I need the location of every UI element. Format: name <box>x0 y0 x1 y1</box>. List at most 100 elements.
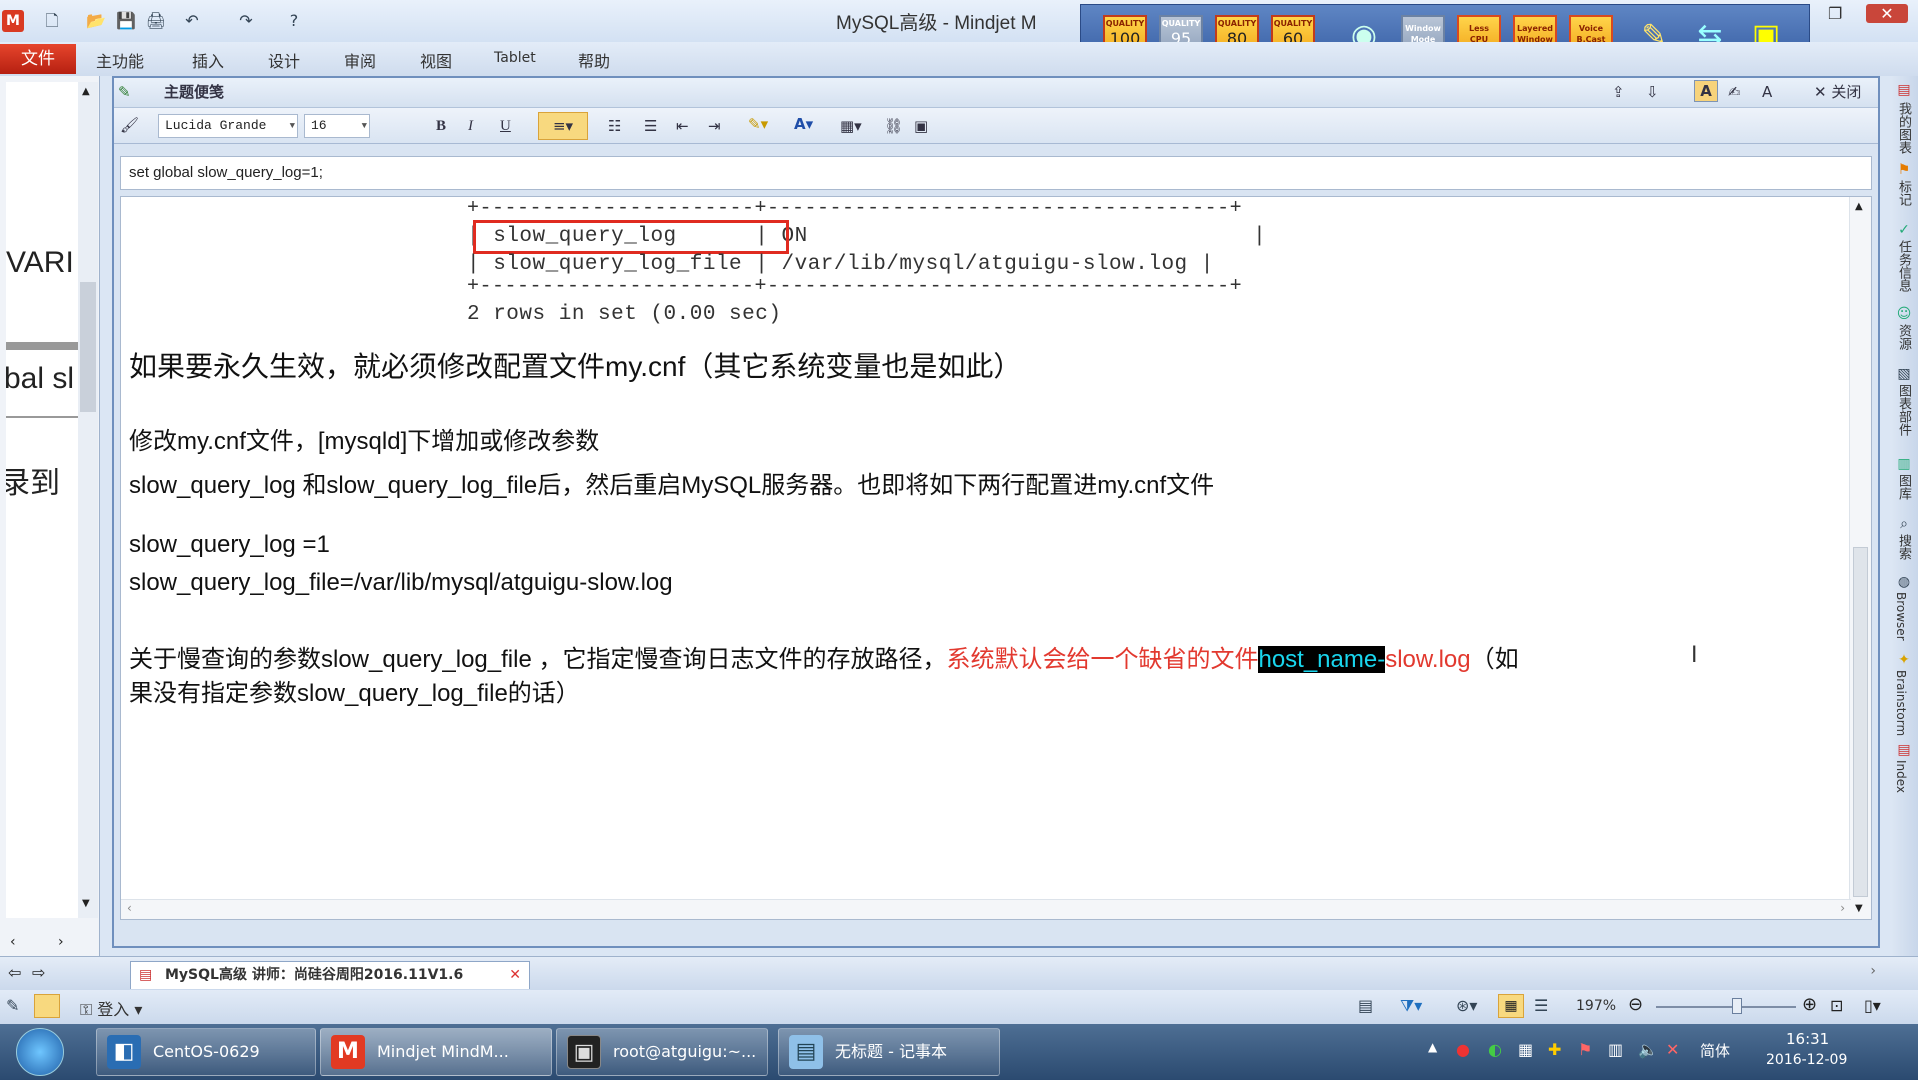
send-icon[interactable]: 🖨 <box>144 10 168 32</box>
taskbar-vm[interactable]: ◧ CentOS-0629 <box>96 1028 316 1076</box>
editor-hscrollbar[interactable]: ‹ › <box>121 899 1851 919</box>
map-vscrollbar[interactable]: ▲ ▼ <box>78 82 98 918</box>
view-icon[interactable]: ▤ <box>1358 996 1373 1015</box>
tray-record-icon[interactable]: ● <box>1456 1040 1470 1059</box>
font-size-select[interactable]: 16 ▼ <box>304 114 370 138</box>
topic-text-field[interactable]: set global slow_query_log=1; <box>120 156 1872 190</box>
fit-window-icon[interactable]: ⊡ <box>1830 996 1843 1015</box>
clock-time[interactable]: 16:31 <box>1786 1030 1829 1048</box>
bold-icon[interactable]: B <box>436 116 446 136</box>
font-color-icon[interactable]: A▾ <box>794 114 813 134</box>
tab-tablet[interactable]: Tablet <box>494 50 536 66</box>
align-icon[interactable]: ≡▾ <box>538 112 588 140</box>
format-painter-icon[interactable]: 🖌 <box>120 115 139 135</box>
export-icon[interactable]: ⇪ <box>1612 82 1625 102</box>
draw-icon[interactable]: ✍ <box>1728 82 1741 102</box>
tray-volume-icon[interactable]: 🔈 <box>1638 1040 1658 1059</box>
editor-vscrollbar[interactable]: ▲ ▼ <box>1849 197 1871 919</box>
resource-icon[interactable]: ☺ <box>1894 304 1914 324</box>
help-icon[interactable]: ? <box>282 10 306 32</box>
open-icon[interactable]: 📂 <box>84 10 108 32</box>
italic-icon[interactable]: I <box>468 116 473 136</box>
numbered-list-icon[interactable]: ☷ <box>608 116 621 136</box>
strip-tab-brainstorm[interactable]: Brainstorm <box>1894 670 1908 736</box>
redo-icon[interactable]: ↷ <box>234 10 258 32</box>
layout-icon[interactable]: ⊛▾ <box>1456 996 1477 1015</box>
font-family-select[interactable]: Lucida Grande ▼ <box>158 114 298 138</box>
strip-tab-index[interactable]: Index <box>1894 760 1908 793</box>
strip-tab-mymaps[interactable]: 我的图表 <box>1894 102 1913 154</box>
scroll-up-icon[interactable]: ▲ <box>1855 201 1863 212</box>
link-icon[interactable]: ⛓ <box>884 116 903 136</box>
tray-app-icon[interactable]: ◐ <box>1488 1040 1502 1059</box>
scroll-down-icon[interactable]: ▼ <box>1855 903 1863 914</box>
tab-scroll-icon[interactable]: › <box>1870 963 1876 979</box>
zoom-slider-thumb[interactable] <box>1732 998 1742 1014</box>
select-tool-icon[interactable] <box>34 994 60 1018</box>
outline-view-icon[interactable]: ☰ <box>1534 996 1548 1015</box>
scroll-thumb[interactable] <box>80 282 96 412</box>
zoom-in-icon[interactable]: ⊕ <box>1802 994 1817 1015</box>
scroll-down-icon[interactable]: ▼ <box>82 898 90 909</box>
index-icon[interactable]: ▤ <box>1894 740 1914 760</box>
scroll-right-icon[interactable]: › <box>1840 901 1845 915</box>
image-icon[interactable]: ▣ <box>914 116 928 136</box>
parts-icon[interactable]: ▧ <box>1894 364 1914 384</box>
close-notes-button[interactable]: ✕ 关闭 <box>1814 82 1861 102</box>
tab-design[interactable]: 设计 <box>268 48 300 72</box>
import-icon[interactable]: ⇩ <box>1646 82 1659 102</box>
zoom-out-icon[interactable]: ⊖ <box>1628 994 1643 1015</box>
underline-icon[interactable]: U <box>500 116 511 136</box>
login-button[interactable]: ⚿ 登入 ▾ <box>80 996 142 1020</box>
new-icon[interactable]: 🗋 <box>40 10 64 32</box>
text-mode-icon[interactable]: A <box>1694 80 1718 102</box>
pen-tool-icon[interactable]: ✎ <box>6 996 19 1015</box>
ime-indicator[interactable]: 简体 <box>1700 1040 1730 1061</box>
taskbar-notepad[interactable]: ▤ 无标题 - 记事本 <box>778 1028 1000 1076</box>
outdent-icon[interactable]: ⇤ <box>676 116 689 136</box>
tray-update-icon[interactable]: ✚ <box>1548 1040 1561 1059</box>
start-button[interactable] <box>16 1028 64 1076</box>
panel-toggle-icon[interactable]: ▯▾ <box>1864 996 1881 1015</box>
table-icon[interactable]: ▦▾ <box>840 116 862 136</box>
browser-icon[interactable]: ◍ <box>1894 572 1914 592</box>
close-window-icon[interactable]: ✕ <box>1866 4 1908 23</box>
filter-icon[interactable]: ⧩▾ <box>1400 996 1422 1016</box>
highlight-icon[interactable]: ✎▾ <box>748 114 768 134</box>
fit-map-icon[interactable]: ▦ <box>1498 994 1524 1018</box>
strip-tab-browser[interactable]: Browser <box>1894 592 1908 641</box>
close-tab-icon[interactable]: ✕ <box>509 962 521 988</box>
strip-tab-resources[interactable]: 资源 <box>1894 324 1913 350</box>
bullet-list-icon[interactable]: ☰ <box>644 116 657 136</box>
nav-back-icon[interactable]: ⇦ <box>8 963 21 982</box>
document-tab[interactable]: ▤ MySQL高级 讲师：尚硅谷周阳2016.11V1.6 ✕ <box>130 961 530 989</box>
map-canvas[interactable]: VARI bal sl 录到 <box>6 82 78 918</box>
style-icon[interactable]: A <box>1762 82 1772 102</box>
save-icon[interactable]: 💾 <box>114 10 138 32</box>
scroll-left-icon[interactable]: ‹ <box>127 901 132 915</box>
strip-tab-markers[interactable]: 标记 <box>1894 180 1913 206</box>
scroll-left-icon[interactable]: ‹ <box>10 934 16 950</box>
clock-date[interactable]: 2016-12-09 <box>1766 1052 1847 1068</box>
tray-flag-icon[interactable]: ⚑ <box>1578 1040 1592 1059</box>
taskbar-terminal[interactable]: ▣ root@atguigu:~... <box>556 1028 768 1076</box>
tab-view[interactable]: 视图 <box>420 48 452 72</box>
library-icon[interactable]: ▥ <box>1894 454 1914 474</box>
brainstorm-icon[interactable]: ✦ <box>1894 650 1914 670</box>
scroll-thumb[interactable] <box>1853 547 1868 897</box>
strip-tab-parts[interactable]: 图表部件 <box>1894 384 1913 436</box>
tab-insert[interactable]: 插入 <box>192 48 224 72</box>
tab-review[interactable]: 审阅 <box>344 48 376 72</box>
tray-mute-icon[interactable]: ✕ <box>1666 1040 1679 1059</box>
search-icon[interactable]: ⌕ <box>1894 514 1914 534</box>
strip-tab-search[interactable]: 搜索 <box>1894 534 1913 560</box>
strip-tab-task[interactable]: 任务信息 <box>1894 240 1913 292</box>
scroll-up-icon[interactable]: ▲ <box>82 86 90 97</box>
nav-forward-icon[interactable]: ⇨ <box>32 963 45 982</box>
restore-icon[interactable]: ❐ <box>1828 4 1842 23</box>
taskbar-mindjet[interactable]: M Mindjet MindM... <box>320 1028 552 1076</box>
scroll-right-icon[interactable]: › <box>58 934 64 950</box>
marker-icon[interactable]: ⚑ <box>1894 160 1914 180</box>
tab-home[interactable]: 主功能 <box>96 48 144 72</box>
tab-file[interactable]: 文件 <box>0 44 76 74</box>
